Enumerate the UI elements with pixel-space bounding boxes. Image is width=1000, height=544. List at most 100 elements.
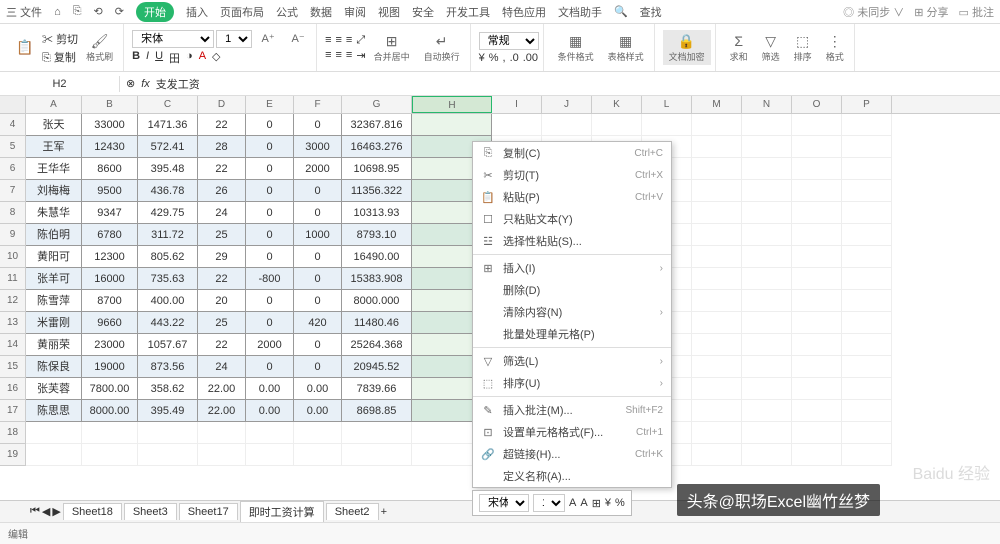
cell-empty[interactable] [138,422,198,444]
cell[interactable]: 王军 [26,136,82,158]
cell[interactable]: 32367.816 [342,114,412,136]
row-header[interactable]: 9 [0,224,26,246]
cell-empty[interactable] [742,422,792,444]
col-header[interactable]: G [342,96,412,113]
cell-empty[interactable] [692,136,742,158]
cell-empty[interactable] [692,246,742,268]
align-right-icon[interactable]: ≡ [346,49,352,62]
cell[interactable]: 0 [294,290,342,312]
cell[interactable]: 22 [198,114,246,136]
cell[interactable]: 1000 [294,224,342,246]
cell-empty[interactable] [692,334,742,356]
cell-empty[interactable] [742,312,792,334]
cell-empty[interactable] [792,268,842,290]
cell[interactable]: 20 [198,290,246,312]
col-header[interactable]: J [542,96,592,113]
tab-home[interactable]: 开始 [136,2,174,22]
cell[interactable]: 9500 [82,180,138,202]
cell[interactable]: 25 [198,312,246,334]
cell-empty[interactable] [692,378,742,400]
share-button[interactable]: ⊞ 分享 [914,4,948,20]
cell[interactable]: 8000.000 [342,290,412,312]
col-header[interactable]: B [82,96,138,113]
table-row[interactable]: 4张天330001471.36220032367.816 [0,114,1000,136]
cell-empty[interactable] [742,356,792,378]
context-menu-item[interactable]: 定义名称(A)... [473,465,671,487]
context-menu-item[interactable]: 🔗超链接(H)...Ctrl+K [473,443,671,465]
cell-empty[interactable] [792,356,842,378]
cell-empty[interactable] [692,224,742,246]
select-all-corner[interactable] [0,96,26,113]
cell[interactable]: 8700 [82,290,138,312]
cell[interactable]: 429.75 [138,202,198,224]
cell[interactable]: 395.49 [138,400,198,422]
context-menu-item[interactable]: ☐只粘贴文本(Y) [473,208,671,230]
cell-empty[interactable] [198,422,246,444]
align-mid-icon[interactable]: ≡ [336,34,342,47]
cell[interactable]: 黄丽荣 [26,334,82,356]
cell[interactable]: 王华华 [26,158,82,180]
bold-button[interactable]: B [132,50,140,66]
home-icon[interactable]: ⌂ [54,6,61,18]
context-menu-item[interactable]: ⬚排序(U)› [473,372,671,394]
cell[interactable]: 陈保良 [26,356,82,378]
cell-empty[interactable] [792,334,842,356]
cell-empty[interactable] [742,268,792,290]
cell[interactable]: 24 [198,356,246,378]
cell-empty[interactable] [792,202,842,224]
cell[interactable]: 358.62 [138,378,198,400]
search-icon[interactable]: 🔍 [614,5,628,18]
cell[interactable]: 0 [294,246,342,268]
cell[interactable]: 24 [198,202,246,224]
cell[interactable]: 19000 [82,356,138,378]
cell-empty[interactable] [742,400,792,422]
col-header-selected[interactable]: H [412,96,492,113]
tab-data[interactable]: 数据 [310,4,332,20]
cell-empty[interactable] [692,202,742,224]
copy-button[interactable]: ⎘ 复制 [42,49,78,65]
comma-icon[interactable]: , [503,52,506,64]
cell[interactable]: 11356.322 [342,180,412,202]
cell-empty[interactable] [842,312,892,334]
cell[interactable]: 0.00 [294,400,342,422]
cell[interactable]: 25 [198,224,246,246]
cell[interactable]: 张芙蓉 [26,378,82,400]
context-menu-item[interactable]: ⎘复制(C)Ctrl+C [473,142,671,164]
mini-size-select[interactable]: 16 [533,494,565,512]
cell[interactable]: 22 [198,158,246,180]
cell[interactable]: 0 [246,202,294,224]
filter-button[interactable]: ▽筛选 [756,30,786,65]
cell[interactable]: 26 [198,180,246,202]
cell[interactable]: 23000 [82,334,138,356]
cell-empty[interactable] [842,180,892,202]
col-header[interactable]: F [294,96,342,113]
cell-empty[interactable] [26,422,82,444]
font-size-select[interactable]: 16 [216,30,252,48]
cell[interactable]: 443.22 [138,312,198,334]
cell[interactable]: 20945.52 [342,356,412,378]
cell-empty[interactable] [26,444,82,466]
percent-icon[interactable]: % [489,52,499,64]
cell-empty[interactable] [342,422,412,444]
cell-empty[interactable] [742,246,792,268]
indent-icon[interactable]: ⇥ [356,49,365,62]
align-bot-icon[interactable]: ≡ [346,34,352,47]
cell[interactable]: 22 [198,268,246,290]
cell[interactable]: 0 [246,158,294,180]
cell[interactable]: 黄阳可 [26,246,82,268]
cell-empty[interactable] [842,400,892,422]
cell[interactable]: 8698.85 [342,400,412,422]
cell[interactable]: 0 [294,356,342,378]
row-header[interactable]: 14 [0,334,26,356]
cell[interactable]: 陈雪萍 [26,290,82,312]
cell[interactable]: 1057.67 [138,334,198,356]
context-menu-item[interactable]: 删除(D) [473,279,671,301]
tab-nav-prev-icon[interactable]: ◀ [42,505,50,518]
cell[interactable]: 0 [294,202,342,224]
cell-empty[interactable] [842,268,892,290]
cell-empty[interactable] [138,444,198,466]
cell-empty[interactable] [792,136,842,158]
name-box[interactable]: H2 [0,76,120,92]
cell[interactable]: 7839.66 [342,378,412,400]
cell-empty[interactable] [542,114,592,136]
